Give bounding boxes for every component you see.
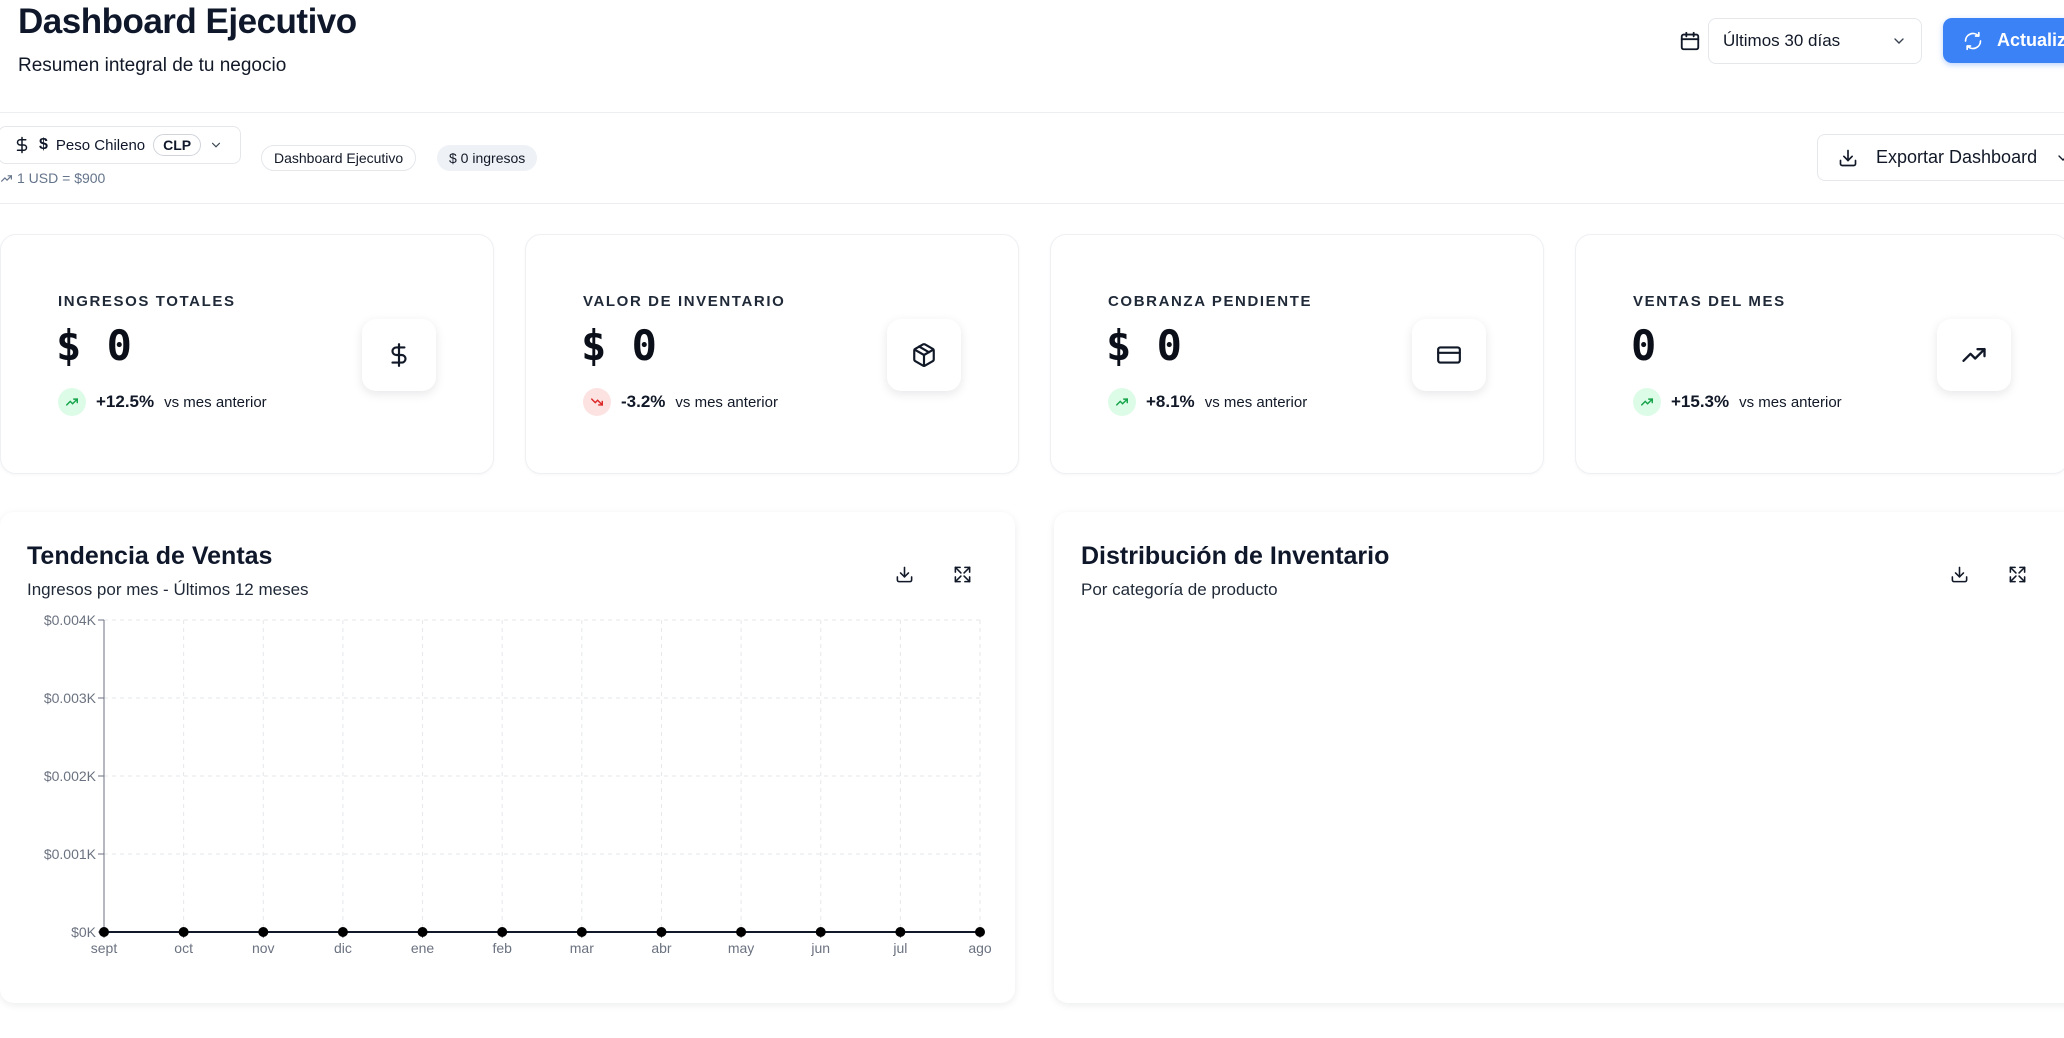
credit-card-icon	[1412, 319, 1486, 391]
y-tick-label: $0.003K	[44, 690, 97, 706]
kpi-change: +15.3%	[1671, 392, 1730, 411]
kpi-trend: -3.2% vs mes anterior	[583, 388, 778, 416]
period-select-value: Últimos 30 días	[1723, 31, 1841, 50]
kpi-label: VALOR DE INVENTARIO	[583, 293, 786, 310]
package-icon	[887, 319, 961, 391]
toolbar-divider	[0, 203, 2064, 204]
refresh-icon	[1963, 31, 1983, 51]
currency-code-pill: CLP	[153, 134, 202, 156]
page-subtitle: Resumen integral de tu negocio	[18, 55, 287, 76]
kpi-change: -3.2%	[621, 392, 666, 411]
y-tick-label: $0.004K	[44, 612, 97, 628]
y-tick-label: $0.001K	[44, 846, 97, 862]
export-label: Exportar Dashboard	[1876, 147, 2038, 167]
x-tick-label: mar	[570, 940, 594, 956]
trending-up-icon	[1937, 319, 2011, 391]
kpi-change: +8.1%	[1146, 392, 1195, 411]
data-point	[656, 927, 667, 937]
kpi-value: 0	[1631, 321, 1657, 370]
currency-selector[interactable]: $ Peso Chileno CLP	[0, 126, 241, 164]
x-tick-label: feb	[492, 940, 512, 956]
data-point	[815, 927, 826, 937]
data-point	[417, 927, 428, 937]
kpi-card-cobranza: COBRANZA PENDIENTE $ 0 +8.1% vs mes ante…	[1050, 234, 1544, 474]
data-point	[975, 927, 985, 937]
sales-trend-panel: Tendencia de Ventas Ingresos por mes - Ú…	[0, 512, 1015, 1003]
kpi-caption: vs mes anterior	[164, 393, 267, 411]
kpi-trend: +8.1% vs mes anterior	[1108, 388, 1307, 416]
calendar-icon	[1679, 30, 1701, 52]
download-icon	[1838, 148, 1858, 168]
x-tick-label: oct	[174, 940, 193, 956]
kpi-label: COBRANZA PENDIENTE	[1108, 293, 1313, 310]
x-tick-label: jul	[892, 940, 907, 956]
kpi-card-ingresos: INGRESOS TOTALES $ 0 +12.5% vs mes anter…	[0, 234, 494, 474]
kpi-trend: +15.3% vs mes anterior	[1633, 388, 1842, 416]
kpi-caption: vs mes anterior	[1739, 393, 1842, 411]
dollar-icon	[13, 136, 31, 154]
data-point	[178, 927, 189, 937]
kpi-caption: vs mes anterior	[675, 393, 778, 411]
data-point	[736, 927, 747, 937]
page-title: Dashboard Ejecutivo	[18, 2, 357, 41]
chevron-down-icon	[1891, 33, 1907, 49]
x-tick-label: dic	[334, 940, 352, 956]
kpi-label: INGRESOS TOTALES	[58, 293, 236, 310]
exchange-rate: 1 USD = $900	[0, 170, 105, 186]
panel-title: Distribución de Inventario	[1081, 542, 1390, 570]
data-point	[895, 927, 906, 937]
kpi-value: $ 0	[56, 321, 132, 370]
data-point	[576, 927, 587, 937]
period-select[interactable]: Últimos 30 días	[1708, 18, 1922, 64]
header-divider	[0, 112, 2064, 113]
kpi-card-inventario: VALOR DE INVENTARIO $ 0 -3.2% vs mes ant…	[525, 234, 1019, 474]
x-tick-label: ene	[411, 940, 435, 956]
sales-trend-chart: $0K $0.001K $0.002K $0.003K $0.004K sept oct no…	[44, 612, 992, 956]
currency-name: Peso Chileno	[55, 136, 146, 154]
data-point	[258, 927, 269, 937]
x-tick-label: jun	[810, 940, 830, 956]
data-point	[99, 927, 109, 937]
kpi-caption: vs mes anterior	[1204, 393, 1308, 411]
kpi-change: +12.5%	[96, 392, 155, 411]
kpi-value: $ 0	[581, 321, 657, 370]
currency-symbol: $	[39, 136, 48, 153]
x-tick-label: ago	[968, 940, 992, 956]
x-tick-label: abr	[651, 940, 672, 956]
x-tick-label: nov	[252, 940, 275, 956]
inventory-distribution-panel: Distribución de Inventario Por categoría…	[1054, 512, 2064, 1003]
download-icon[interactable]	[1947, 562, 1971, 586]
kpi-trend: +12.5% vs mes anterior	[58, 388, 267, 416]
x-tick-label: may	[728, 940, 754, 956]
chevron-down-icon	[2055, 150, 2064, 166]
chevron-down-icon	[209, 138, 223, 152]
export-dashboard-button[interactable]: Exportar Dashboard	[1817, 134, 2064, 181]
refresh-button[interactable]: Actualizar	[1943, 18, 2064, 63]
data-point	[337, 927, 348, 937]
kpi-value: $ 0	[1106, 321, 1182, 370]
kpi-label: VENTAS DEL MES	[1633, 293, 1786, 310]
trending-up-icon	[1108, 388, 1136, 416]
expand-icon[interactable]	[2005, 562, 2029, 586]
income-badge: $ 0 ingresos	[437, 145, 538, 171]
trending-up-icon	[58, 388, 86, 416]
panel-subtitle: Por categoría de producto	[1081, 580, 1278, 599]
data-point	[497, 927, 508, 937]
trending-down-icon	[583, 388, 611, 416]
y-tick-label: $0.002K	[44, 768, 97, 784]
trending-up-icon	[1633, 388, 1661, 416]
dollar-icon	[362, 319, 436, 391]
trending-up-icon	[0, 172, 13, 185]
x-tick-label: sept	[91, 940, 118, 956]
exchange-rate-text: 1 USD = $900	[17, 170, 106, 186]
kpi-card-ventas: VENTAS DEL MES 0 +15.3% vs mes anterior	[1575, 234, 2064, 474]
dashboard-badge: Dashboard Ejecutivo	[261, 145, 417, 171]
y-tick-label: $0K	[71, 924, 97, 940]
refresh-label: Actualizar	[1997, 30, 2064, 50]
